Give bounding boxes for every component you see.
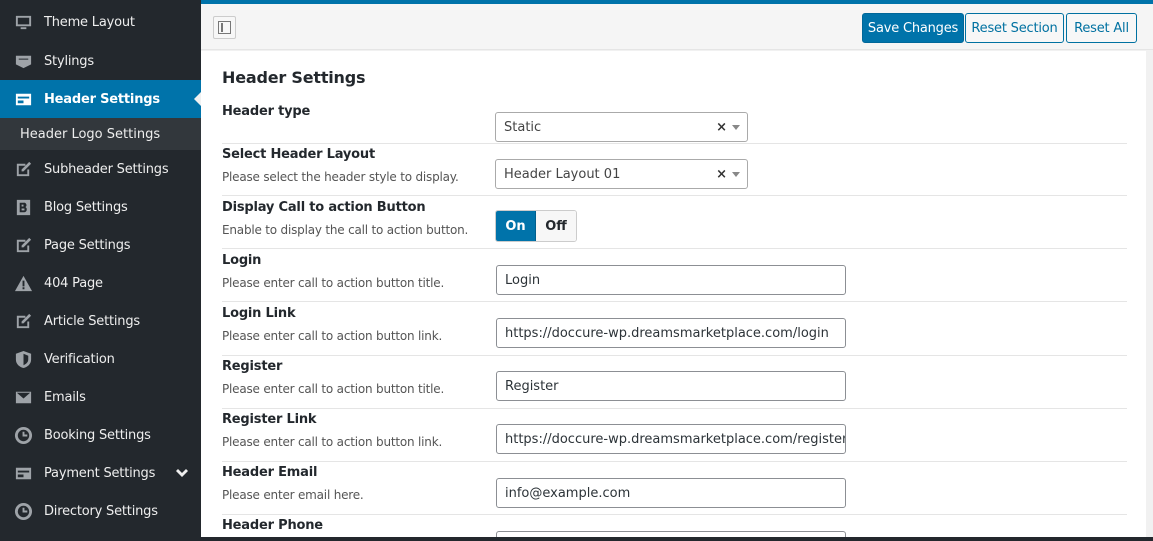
field-label: Header type [222,104,311,119]
field-row-login: Login Please enter call to action button… [222,250,1127,302]
field-label: Register Link [222,412,317,427]
sidebar-item-label: Booking Settings [44,427,151,443]
chevron-down-icon[interactable] [732,125,740,130]
toggle-off-button[interactable]: Off [536,211,576,241]
settings-panel: Header Settings Header type Static × Sel… [201,51,1146,541]
login-link-input[interactable]: https://doccure-wp.dreamsmarketplace.com… [496,318,846,348]
shield-icon [12,350,34,368]
sidebar-item-blog-settings[interactable]: Blog Settings [0,188,201,226]
css-icon [12,52,34,70]
sidebar-item-verification[interactable]: Verification [0,340,201,378]
field-row-login-link: Login Link Please enter call to action b… [222,303,1127,356]
sidebar-item-subheader-settings[interactable]: Subheader Settings [0,150,201,188]
header-layout-select[interactable]: Header Layout 01 × [495,159,748,189]
card-icon [12,464,34,482]
cta-toggle[interactable]: On Off [495,210,577,242]
warning-icon [12,274,34,292]
field-label: Register [222,359,283,374]
field-description: Please enter email here. [222,488,364,502]
register-link-input[interactable]: https://doccure-wp.dreamsmarketplace.com… [496,424,846,454]
field-description: Please select the header style to displa… [222,170,459,184]
login-title-input[interactable]: Login [496,265,846,295]
clear-icon[interactable]: × [716,167,727,182]
clock-icon [12,502,34,520]
field-row-register-link: Register Link Please enter call to actio… [222,409,1127,462]
sidebar-item-payment-settings[interactable]: Payment Settings [0,454,201,492]
chevron-down-icon[interactable] [732,172,740,177]
field-description: Please enter call to action button title… [222,276,445,290]
field-row-header-layout: Select Header Layout Please select the h… [222,144,1127,196]
sidebar-subitem-header-logo-settings[interactable]: Header Logo Settings [0,118,201,150]
page-title: Header Settings [222,68,366,87]
sidebar-item-label: Header Logo Settings [20,126,161,142]
field-label: Display Call to action Button [222,200,426,215]
clock-icon [12,426,34,444]
scroll-gutter [1146,50,1153,541]
field-description: Please enter call to action button title… [222,382,445,396]
field-row-register: Register Please enter call to action but… [222,356,1127,409]
blog-icon [12,198,34,216]
bottom-edge [153,537,1153,541]
sidebar-item-label: Directory Settings [44,503,158,519]
header-email-input[interactable]: info@example.com [496,478,846,508]
sidebar-item-header-settings[interactable]: Header Settings [0,80,201,118]
sidebar-item-stylings[interactable]: Stylings [0,42,201,80]
sidebar-item-label: Header Settings [44,91,160,107]
sidebar-item-label: Article Settings [44,313,140,329]
field-description: Enable to display the call to action but… [222,223,469,237]
mail-icon [12,388,34,406]
sidebar-item-label: Emails [44,389,86,405]
sidebar-item-label: Page Settings [44,237,131,253]
options-toolbar: Save Changes Reset Section Reset All [201,4,1153,50]
header-type-select[interactable]: Static × [495,112,748,142]
sidebar-item-booking-settings[interactable]: Booking Settings [0,416,201,454]
field-row-cta: Display Call to action Button Enable to … [222,197,1127,249]
field-description: Please enter call to action button link. [222,435,443,449]
expand-options-button[interactable] [213,16,236,39]
field-label: Header Phone [222,518,323,533]
chevron-down-icon[interactable] [175,467,189,481]
reset-section-button[interactable]: Reset Section [965,13,1064,43]
sidebar-item-theme-layout[interactable]: Theme Layout [0,0,201,42]
select-value: Header Layout 01 [504,167,621,182]
edit-icon [12,236,34,254]
sidebar-item-404-page[interactable]: 404 Page [0,264,201,302]
sidebar-item-article-settings[interactable]: Article Settings [0,302,201,340]
field-label: Login Link [222,306,296,321]
toggle-on-button[interactable]: On [496,211,536,241]
edit-icon [12,160,34,178]
sidebar-item-label: Theme Layout [44,14,135,30]
sidebar-item-directory-settings[interactable]: Directory Settings [0,492,201,530]
sidebar-item-label: Stylings [44,53,94,69]
monitor-icon [12,13,34,31]
sidebar-item-emails[interactable]: Emails [0,378,201,416]
sidebar-item-label: Payment Settings [44,465,156,481]
card-icon [12,90,34,108]
field-label: Select Header Layout [222,147,375,162]
edit-icon [12,312,34,330]
sidebar-item-page-settings[interactable]: Page Settings [0,226,201,264]
field-label: Header Email [222,465,318,480]
sidebar-item-label: Verification [44,351,115,367]
save-changes-button[interactable]: Save Changes [862,13,964,43]
field-description: Please enter call to action button link. [222,329,443,343]
layout-toggle-icon [218,21,231,34]
sidebar-item-label: Blog Settings [44,199,128,215]
sidebar-item-label: 404 Page [44,275,103,291]
field-row-header-type: Header type Static × [222,101,1127,144]
clear-icon[interactable]: × [716,120,727,135]
field-label: Login [222,253,262,268]
register-title-input[interactable]: Register [496,371,846,401]
select-value: Static [504,120,542,135]
field-row-header-email: Header Email Please enter email here. in… [222,462,1127,515]
reset-all-button[interactable]: Reset All [1066,13,1137,43]
admin-sidebar: Theme Layout Stylings Header Settings He… [0,0,201,541]
sidebar-item-label: Subheader Settings [44,161,169,177]
